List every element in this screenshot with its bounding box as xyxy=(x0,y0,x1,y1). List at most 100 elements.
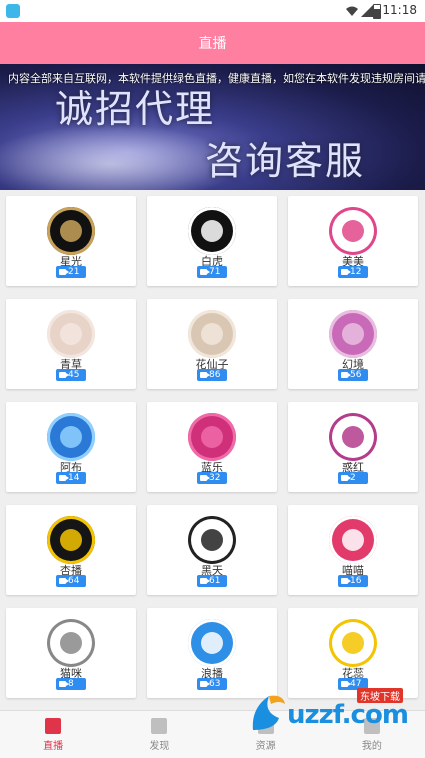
banner-headline: 诚招代理 xyxy=(55,87,216,131)
viewer-count-badge: 16 xyxy=(338,575,368,587)
channel-card[interactable]: 美美 12 xyxy=(288,196,418,286)
viewer-count-badge: 2 xyxy=(338,472,368,484)
camera-icon xyxy=(59,578,69,584)
promo-banner[interactable]: 诚招代理 咨询客服 内容全部来自互联网，本软件提供绿色直播，健康直播，如您在本软… xyxy=(0,64,425,190)
channel-card[interactable]: 白虎 71 xyxy=(147,196,277,286)
viewer-count-badge: 8 xyxy=(56,678,86,690)
camera-icon xyxy=(200,475,210,481)
battery-icon xyxy=(373,4,381,19)
channel-avatar xyxy=(329,310,377,358)
camera-icon xyxy=(341,372,351,378)
channel-logo-icon xyxy=(60,220,82,242)
viewer-count: 32 xyxy=(209,473,221,483)
channel-logo-icon xyxy=(60,529,82,551)
camera-icon xyxy=(59,269,69,275)
channel-card[interactable]: 惑红 2 xyxy=(288,402,418,492)
channel-logo-icon xyxy=(201,632,223,654)
watermark-logo-icon xyxy=(252,695,285,730)
channel-avatar xyxy=(47,619,95,667)
page-title: 直播 xyxy=(198,36,227,52)
nav-tab-1[interactable]: 发现 xyxy=(106,711,212,758)
nav-tab-label: 直播 xyxy=(43,740,64,752)
channel-card[interactable]: 幻境 56 xyxy=(288,299,418,389)
viewer-count-badge: 12 xyxy=(338,266,368,278)
channel-card[interactable]: 猫咪 8 xyxy=(6,608,136,698)
channel-avatar xyxy=(47,207,95,255)
camera-icon xyxy=(200,372,210,378)
camera-icon xyxy=(59,475,69,481)
viewer-count: 56 xyxy=(350,370,362,380)
wifi-icon xyxy=(346,6,358,16)
viewer-count: 63 xyxy=(209,679,221,689)
channel-card[interactable]: 花仙子 86 xyxy=(147,299,277,389)
watermark-subtext: 东坡下载 xyxy=(357,688,403,703)
channel-avatar xyxy=(329,516,377,564)
camera-icon xyxy=(200,681,210,687)
channel-avatar xyxy=(47,413,95,461)
channel-card[interactable]: 浪播 63 xyxy=(147,608,277,698)
channel-logo-icon xyxy=(60,323,82,345)
channel-card[interactable]: 花蕊 47 xyxy=(288,608,418,698)
channel-logo-icon xyxy=(201,220,223,242)
app-notification-icon xyxy=(6,4,20,18)
channel-logo-icon xyxy=(342,426,364,448)
nav-tab-0[interactable]: 直播 xyxy=(0,711,106,758)
channel-logo-icon xyxy=(342,632,364,654)
viewer-count: 71 xyxy=(209,267,221,277)
channel-grid: 星光 21 白虎 71 美美 12 青草 45 花仙子 86 幻境 56 阿布 14 蓝乐 32 惑红 2 杏播 64… xyxy=(6,196,419,698)
viewer-count-badge: 61 xyxy=(197,575,227,587)
camera-icon xyxy=(200,578,210,584)
channel-avatar xyxy=(47,516,95,564)
notice-marquee: 内容全部来自互联网，本软件提供绿色直播，健康直播，如您在本软件发现违规房间请 xyxy=(8,72,425,85)
viewer-count: 61 xyxy=(209,576,221,586)
channel-logo-icon xyxy=(60,632,82,654)
viewer-count: 45 xyxy=(68,370,80,380)
channel-avatar xyxy=(188,413,236,461)
channel-avatar xyxy=(188,619,236,667)
viewer-count-badge: 63 xyxy=(197,678,227,690)
camera-icon xyxy=(59,372,69,378)
channel-card[interactable]: 杏播 64 xyxy=(6,505,136,595)
viewer-count-badge: 56 xyxy=(338,369,368,381)
viewer-count: 64 xyxy=(68,576,80,586)
channel-card[interactable]: 喵喵 16 xyxy=(288,505,418,595)
watermark-text: uzzf.com xyxy=(287,700,409,730)
viewer-count: 16 xyxy=(350,576,362,586)
banner-glow xyxy=(0,124,240,190)
channel-logo-icon xyxy=(201,323,223,345)
channel-avatar xyxy=(188,207,236,255)
channel-avatar xyxy=(329,619,377,667)
viewer-count-badge: 64 xyxy=(56,575,86,587)
banner-subheadline: 咨询客服 xyxy=(205,139,366,183)
viewer-count: 21 xyxy=(68,267,80,277)
channel-logo-icon xyxy=(201,426,223,448)
channel-logo-icon xyxy=(201,529,223,551)
camera-icon xyxy=(341,681,351,687)
channel-avatar xyxy=(188,516,236,564)
channel-avatar xyxy=(188,310,236,358)
signal-icon xyxy=(361,5,373,17)
channel-logo-icon xyxy=(342,323,364,345)
camera-icon xyxy=(59,681,69,687)
discover-icon xyxy=(151,717,168,734)
camera-icon xyxy=(341,475,351,481)
channel-avatar xyxy=(329,413,377,461)
viewer-count-badge: 45 xyxy=(56,369,86,381)
viewer-count: 14 xyxy=(68,473,80,483)
app-bar: 直播 xyxy=(0,22,425,64)
camera-icon xyxy=(341,578,351,584)
channel-card[interactable]: 黑天 61 xyxy=(147,505,277,595)
channel-card[interactable]: 星光 21 xyxy=(6,196,136,286)
site-watermark: uzzf.com 东坡下载 xyxy=(249,688,419,740)
channel-card[interactable]: 蓝乐 32 xyxy=(147,402,277,492)
viewer-count-badge: 14 xyxy=(56,472,86,484)
status-bar: 11:18 xyxy=(0,0,425,22)
channel-avatar xyxy=(47,310,95,358)
channel-logo-icon xyxy=(342,220,364,242)
status-time: 11:18 xyxy=(382,3,417,17)
channel-card[interactable]: 青草 45 xyxy=(6,299,136,389)
viewer-count-badge: 21 xyxy=(56,266,86,278)
channel-avatar xyxy=(329,207,377,255)
channel-card[interactable]: 阿布 14 xyxy=(6,402,136,492)
nav-tab-label: 发现 xyxy=(149,740,170,752)
